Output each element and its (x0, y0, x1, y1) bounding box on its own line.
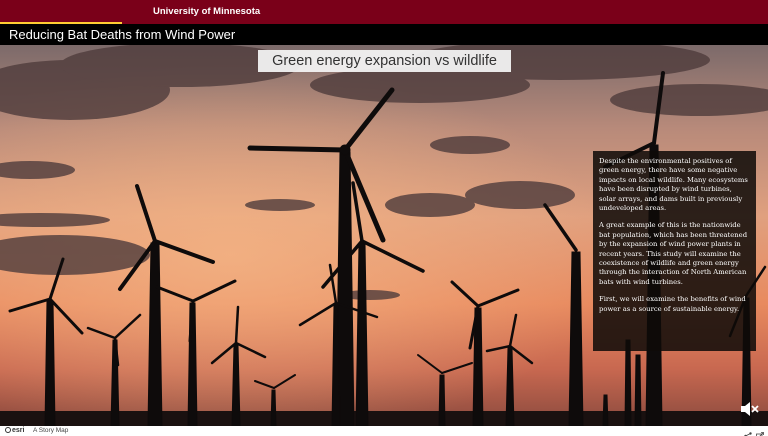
university-name[interactable]: University of Minnesota (153, 6, 260, 17)
globe-icon (5, 427, 11, 433)
share-icon[interactable] (744, 427, 752, 436)
footer: esri A Story Map (0, 426, 768, 436)
narrative-paragraph: First, we will examine the benefits of w… (599, 295, 746, 313)
fullscreen-icon[interactable] (756, 427, 764, 436)
section-title: Green energy expansion vs wildlife (258, 50, 511, 72)
narrative-paragraph: A great example of this is the nationwid… (599, 221, 748, 286)
story-map-link[interactable]: A Story Map (33, 427, 68, 434)
university-header: University of Minnesota (0, 0, 768, 24)
story-title-bar: Reducing Bat Deaths from Wind Power (0, 24, 768, 45)
narrative-panel: Despite the environmental positives of g… (593, 151, 756, 351)
story-title: Reducing Bat Deaths from Wind Power (9, 27, 236, 42)
narrative-paragraph: Despite the environmental positives of g… (599, 157, 748, 213)
speaker-muted-icon[interactable] (738, 400, 760, 418)
esri-logo[interactable]: esri (5, 426, 27, 436)
esri-logo-text: esri (12, 427, 25, 434)
